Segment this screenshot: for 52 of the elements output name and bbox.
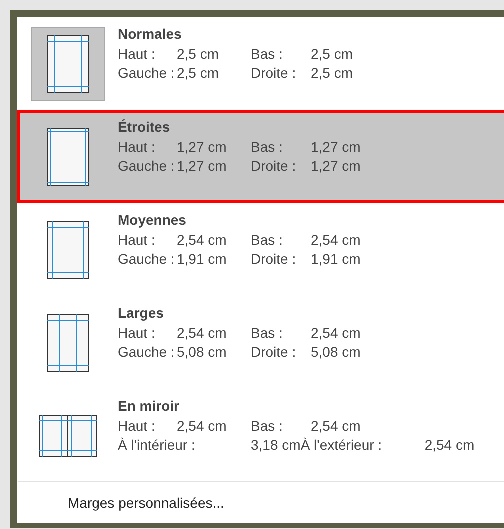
- margin-label: Haut :: [118, 230, 156, 250]
- margin-value: 1,27 cm: [311, 138, 361, 156]
- margin-label: Droite :: [251, 64, 298, 83]
- margin-preset-item[interactable]: Larges Haut : 2,54 cm Bas : 2,54 cm Gauche :5,08 cm Droite : 5,08 cm: [17, 296, 504, 389]
- margin-label: Droite :: [251, 343, 298, 362]
- margin-preset-item[interactable]: En miroir Haut : 2,54 cm Bas : 2,54 cm À l'intérieur : 3,18 cmÀ l'extérieur : 2,54 cm: [17, 389, 504, 482]
- margin-label: Bas :: [251, 230, 284, 250]
- margin-label: Haut :: [118, 44, 156, 64]
- margin-label: Bas :: [251, 44, 284, 64]
- margin-label: Gauche :: [118, 343, 176, 362]
- margin-value: 2,5 cm: [311, 64, 354, 83]
- margin-value: 1,27 cm: [177, 138, 228, 156]
- margin-value: 2,5 cm: [177, 44, 220, 64]
- margin-value: 5,08 cm: [311, 343, 361, 362]
- margin-label: Haut :: [118, 324, 156, 342]
- margin-value: 2,54 cm: [311, 416, 361, 436]
- margin-label: Haut :: [118, 416, 156, 436]
- margin-value: 1,27 cm: [177, 157, 228, 176]
- custom-margins-menu-item[interactable]: Marges personnalisées...: [68, 493, 224, 514]
- margin-label: Droite :: [251, 250, 298, 269]
- margin-value: 2,54 cm: [177, 324, 228, 342]
- margin-preset-item[interactable]: Normales Haut : 2,5 cm Bas : 2,5 cm Gauche :2,5 cm Droite : 2,5 cm: [17, 17, 504, 110]
- margin-value: 2,54 cm: [177, 230, 228, 250]
- margin-value: 2,54 cm: [311, 230, 361, 250]
- margin-label: Bas :: [251, 324, 284, 342]
- margin-label: Gauche :: [118, 157, 176, 176]
- page-margins-icon: [47, 35, 89, 93]
- margin-value: 2,54 cm: [424, 436, 475, 455]
- margin-preset-item[interactable]: Moyennes Haut : 2,54 cm Bas : 2,54 cm Gauche :1,91 cm Droite : 1,91 cm: [17, 203, 504, 296]
- preset-title: Moyennes: [118, 211, 188, 230]
- margin-label: Gauche :: [118, 64, 176, 83]
- margin-label: Bas :: [251, 138, 284, 156]
- margin-label: Bas :: [251, 416, 284, 436]
- margin-value: 5,08 cm: [177, 343, 228, 362]
- preset-title: En miroir: [118, 397, 180, 416]
- margin-label: Gauche :: [118, 250, 176, 269]
- margin-value: 2,5 cm: [311, 44, 354, 64]
- preset-title: Larges: [118, 304, 165, 323]
- margin-value: 1,91 cm: [177, 250, 228, 269]
- margin-value: 1,91 cm: [311, 250, 361, 269]
- margin-value: 1,27 cm: [311, 157, 361, 176]
- margin-value: 3,18 cm: [251, 436, 301, 455]
- margin-label: À l'intérieur :: [118, 436, 196, 455]
- margin-value: 2,54 cm: [177, 416, 228, 436]
- preset-title: Normales: [118, 25, 183, 44]
- margin-label: À l'extérieur :: [300, 436, 384, 455]
- preset-title: Étroites: [118, 118, 172, 137]
- margin-value: 2,5 cm: [177, 64, 220, 83]
- margin-preset-item[interactable]: Étroites Haut : 1,27 cm Bas : 1,27 cm Gauche :1,27 cm Droite : 1,27 cm: [17, 110, 504, 203]
- margin-label: Droite :: [251, 157, 298, 176]
- margin-value: 2,54 cm: [311, 324, 361, 342]
- margin-label: Haut :: [118, 138, 156, 156]
